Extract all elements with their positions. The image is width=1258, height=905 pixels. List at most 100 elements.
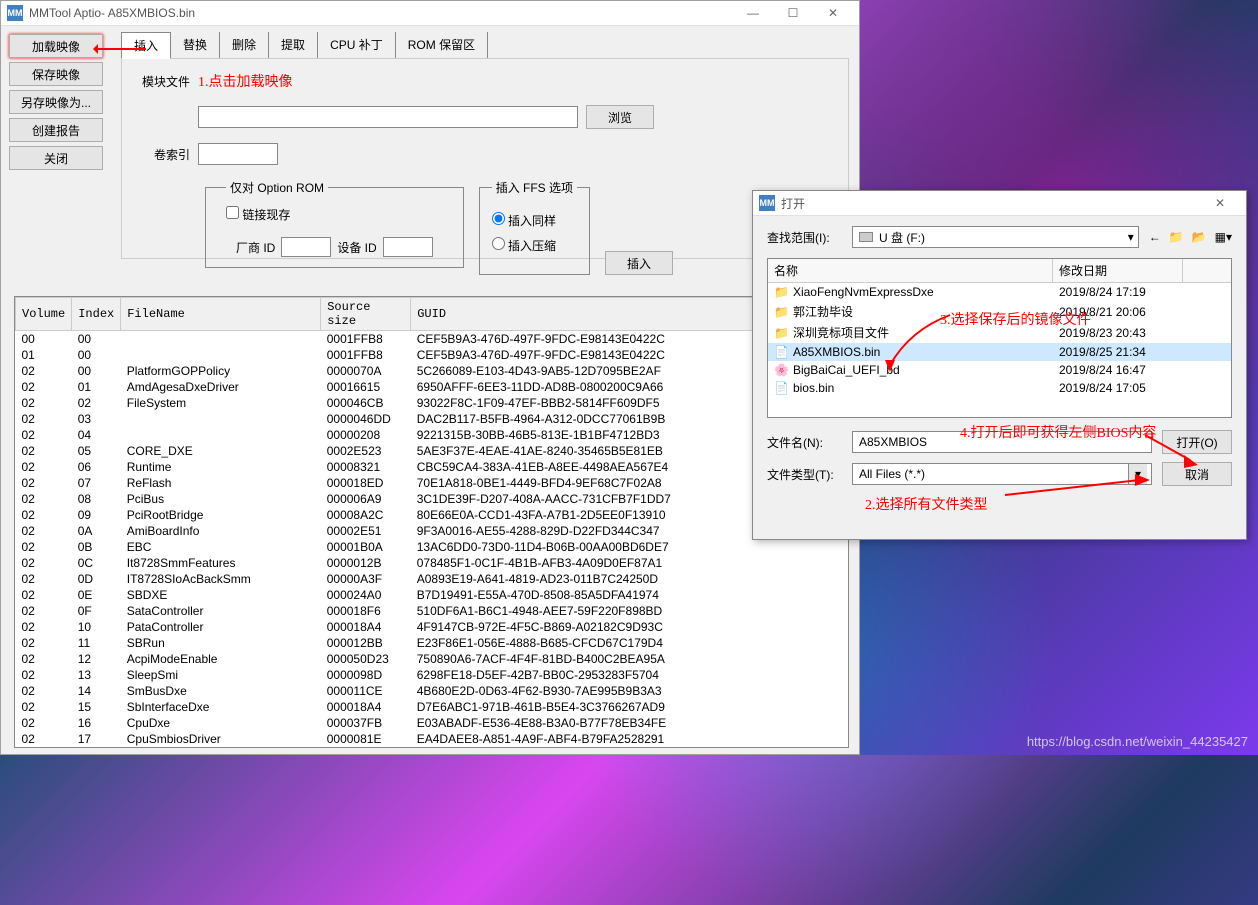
folder-icon: 📁: [774, 305, 789, 319]
red-arrow-1: [96, 48, 146, 50]
tab-delete[interactable]: 删除: [220, 32, 269, 58]
up-folder-icon[interactable]: 📁: [1169, 230, 1184, 244]
table-row[interactable]: 0201AmdAgesaDxeDriver000166156950AFFF-6E…: [16, 379, 848, 395]
save-as-button[interactable]: 另存映像为...: [9, 90, 103, 114]
table-row[interactable]: 020FSataController000018F6510DF6A1-B6C1-…: [16, 603, 848, 619]
table-row[interactable]: 020BEBC00001B0A13AC6DD0-73D0-11D4-B06B-0…: [16, 539, 848, 555]
table-row[interactable]: 0217CpuSmbiosDriver0000081EEA4DAEE8-A851…: [16, 731, 848, 747]
insert-button[interactable]: 插入: [605, 251, 673, 275]
module-file-label: 模块文件: [134, 73, 190, 90]
vendor-id-label: 厂商 ID: [236, 239, 275, 256]
link-existing-checkbox[interactable]: [226, 206, 239, 219]
table-row[interactable]: 0218NBDXE00002618E4ECD0B2-E277-4F2B-BECB…: [16, 747, 848, 748]
vendor-id-input[interactable]: [281, 237, 331, 257]
tab-content: 模块文件 1.点击加载映像 浏览 卷索引 仅对 Option ROM 链: [121, 59, 849, 259]
filename-label: 文件名(N):: [767, 434, 842, 451]
maximize-button[interactable]: ☐: [773, 2, 813, 24]
table-row[interactable]: 0214SmBusDxe000011CE4B680E2D-0D63-4F62-B…: [16, 683, 848, 699]
table-row[interactable]: 0200PlatformGOPPolicy0000070A5C266089-E1…: [16, 363, 848, 379]
link-existing-label: 链接现存: [242, 208, 290, 222]
file-row[interactable]: 📄bios.bin2019/8/24 17:05: [768, 379, 1231, 397]
tab-bar: 插入 替换 删除 提取 CPU 补丁 ROM 保留区: [121, 32, 849, 59]
close-button[interactable]: ✕: [813, 2, 853, 24]
module-table[interactable]: VolumeIndexFileNameSource sizeGUID 00000…: [14, 296, 849, 748]
back-icon[interactable]: ←: [1149, 230, 1161, 244]
col-name-header[interactable]: 名称: [768, 259, 1053, 282]
device-id-input[interactable]: [383, 237, 433, 257]
create-report-button[interactable]: 创建报告: [9, 118, 103, 142]
module-file-input[interactable]: [198, 106, 578, 128]
look-in-select[interactable]: U 盘 (F:): [852, 226, 1139, 248]
window-title: MMTool Aptio- A85XMBIOS.bin: [29, 6, 733, 20]
table-header[interactable]: Volume: [16, 298, 72, 331]
annotation-1: 1.点击加载映像: [198, 71, 293, 91]
left-button-panel: 加载映像 保存映像 另存映像为... 创建报告 关闭: [1, 26, 111, 265]
open-dialog: MM 打开 ✕ 查找范围(I): U 盘 (F:) ← 📁 📂 ▦▾ 名称 修改…: [752, 190, 1247, 540]
ffs-options-fieldset: 插入 FFS 选项 插入同样 插入压缩: [479, 179, 590, 275]
ffs-legend: 插入 FFS 选项: [492, 179, 577, 196]
tab-insert[interactable]: 插入: [121, 32, 171, 59]
sys-icon: 🌸: [774, 363, 789, 377]
file-list[interactable]: 名称 修改日期 📁XiaoFengNvmExpressDxe2019/8/24 …: [767, 258, 1232, 418]
volume-index-input[interactable]: [198, 143, 278, 165]
table-row[interactable]: 0210PataController000018A44F9147CB-972E-…: [16, 619, 848, 635]
col-date-header[interactable]: 修改日期: [1053, 259, 1183, 282]
cancel-button[interactable]: 取消: [1162, 462, 1232, 486]
drive-label: U 盘 (F:): [879, 229, 925, 246]
table-row[interactable]: 0206Runtime00008321CBC59CA4-383A-41EB-A8…: [16, 459, 848, 475]
table-row[interactable]: 0208PciBus000006A93C1DE39F-D207-408A-AAC…: [16, 491, 848, 507]
table-row[interactable]: 020AAmiBoardInfo00002E519F3A0016-AE55-42…: [16, 523, 848, 539]
insert-same-radio[interactable]: [492, 212, 505, 225]
filetype-value: All Files (*.*): [859, 467, 925, 481]
new-folder-icon[interactable]: 📂: [1192, 230, 1207, 244]
filetype-combo[interactable]: All Files (*.*): [852, 463, 1152, 485]
table-row[interactable]: 0209PciRootBridge00008A2C80E66E0A-CCD1-4…: [16, 507, 848, 523]
table-header[interactable]: Index: [72, 298, 121, 331]
folder-icon: 📁: [774, 326, 789, 340]
close-app-button[interactable]: 关闭: [9, 146, 103, 170]
annotation-3: 3.选择保存后的镜像文件: [940, 309, 1091, 329]
annotation-4: 4.打开后即可获得左侧BIOS内容: [960, 422, 1156, 442]
table-row[interactable]: 02030000046DDDAC2B117-B5FB-4964-A312-0DC…: [16, 411, 848, 427]
table-row[interactable]: 0213SleepSmi0000098D6298FE18-D5EF-42B7-B…: [16, 667, 848, 683]
table-row[interactable]: 0216CpuDxe000037FBE03ABADF-E536-4E88-B3A…: [16, 715, 848, 731]
tab-replace[interactable]: 替换: [171, 32, 220, 58]
table-row[interactable]: 0215SbInterfaceDxe000018A4D7E6ABC1-971B-…: [16, 699, 848, 715]
table-row[interactable]: 0202FileSystem000046CB93022F8C-1F09-47EF…: [16, 395, 848, 411]
table-row[interactable]: 020ESBDXE000024A0B7D19491-E55A-470D-8508…: [16, 587, 848, 603]
insert-same-label: 插入同样: [508, 214, 556, 228]
table-row[interactable]: 00000001FFB8CEF5B9A3-476D-497F-9FDC-E981…: [16, 331, 848, 348]
open-close-button[interactable]: ✕: [1200, 192, 1240, 214]
table-header[interactable]: FileName: [121, 298, 321, 331]
filetype-label: 文件类型(T):: [767, 466, 842, 483]
table-row[interactable]: 020DIT8728SIoAcBackSmm00000A3FA0893E19-A…: [16, 571, 848, 587]
volume-index-label: 卷索引: [134, 146, 190, 163]
table-row[interactable]: 020CIt8728SmmFeatures0000012B078485F1-0C…: [16, 555, 848, 571]
view-icon[interactable]: ▦▾: [1215, 230, 1232, 244]
file-row[interactable]: 📁XiaoFengNvmExpressDxe2019/8/24 17:19: [768, 283, 1231, 301]
option-rom-fieldset: 仅对 Option ROM 链接现存 厂商 ID 设备 ID: [205, 179, 464, 268]
tab-cpu-patch[interactable]: CPU 补丁: [318, 32, 396, 58]
table-row[interactable]: 0205CORE_DXE0002E5235AE3F37E-4EAE-41AE-8…: [16, 443, 848, 459]
minimize-button[interactable]: —: [733, 2, 773, 24]
tab-extract[interactable]: 提取: [269, 32, 318, 58]
table-row[interactable]: 0211SBRun000012BBE23F86E1-056E-4888-B685…: [16, 635, 848, 651]
table-row[interactable]: 01000001FFB8CEF5B9A3-476D-497F-9FDC-E981…: [16, 347, 848, 363]
table-header[interactable]: Source size: [321, 298, 411, 331]
table-row[interactable]: 0204000002089221315B-30BB-46B5-813E-1B1B…: [16, 427, 848, 443]
look-in-label: 查找范围(I):: [767, 229, 842, 246]
file-row[interactable]: 🌸BigBaiCai_UEFI_bd2019/8/24 16:47: [768, 361, 1231, 379]
open-titlebar: MM 打开 ✕: [753, 191, 1246, 216]
file-icon: 📄: [774, 381, 789, 395]
open-button[interactable]: 打开(O): [1162, 430, 1232, 454]
folder-icon: 📁: [774, 285, 789, 299]
file-row[interactable]: 📄A85XMBIOS.bin2019/8/25 21:34: [768, 343, 1231, 361]
browse-button[interactable]: 浏览: [586, 105, 654, 129]
insert-compress-radio[interactable]: [492, 237, 505, 250]
table-row[interactable]: 0207ReFlash000018ED70E1A818-0BE1-4449-BF…: [16, 475, 848, 491]
table-row[interactable]: 0212AcpiModeEnable000050D23750890A6-7ACF…: [16, 651, 848, 667]
watermark: https://blog.csdn.net/weixin_44235427: [1027, 734, 1248, 749]
save-image-button[interactable]: 保存映像: [9, 62, 103, 86]
tab-rom-reserve[interactable]: ROM 保留区: [396, 32, 488, 58]
option-rom-legend: 仅对 Option ROM: [226, 179, 328, 196]
